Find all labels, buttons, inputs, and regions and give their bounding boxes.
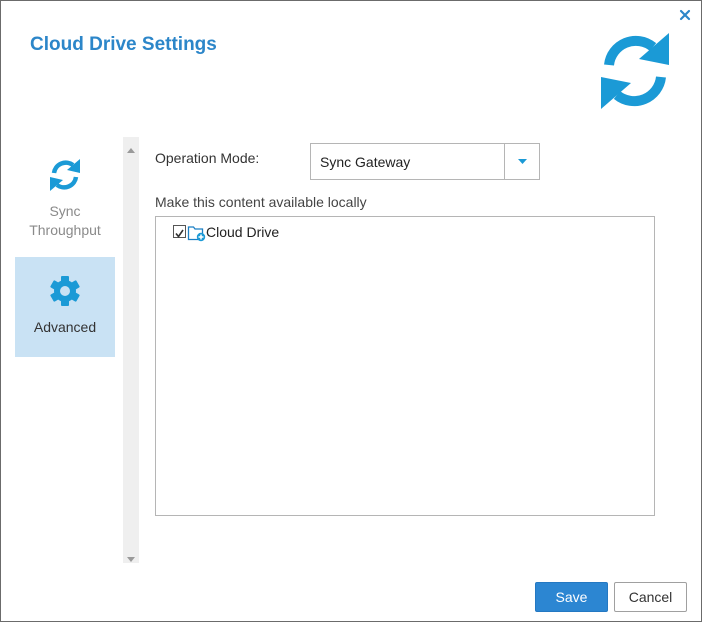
tree-item-checkbox[interactable] bbox=[173, 225, 186, 238]
dropdown-button[interactable] bbox=[504, 144, 539, 179]
sync-icon bbox=[595, 31, 675, 111]
operation-mode-select[interactable]: Sync Gateway bbox=[310, 143, 540, 180]
cloud-drive-settings-dialog: Cloud Drive Settings Sync Throughput Adv… bbox=[0, 0, 702, 622]
content-label: Make this content available locally bbox=[155, 194, 367, 210]
operation-mode-label: Operation Mode: bbox=[155, 150, 260, 166]
settings-sidebar: Sync Throughput Advanced bbox=[15, 141, 115, 357]
sidebar-scrollbar[interactable] bbox=[123, 137, 139, 563]
sidebar-item-advanced[interactable]: Advanced bbox=[15, 257, 115, 357]
gear-icon bbox=[48, 274, 82, 308]
sync-icon bbox=[48, 158, 82, 192]
sidebar-item-sync-throughput[interactable]: Sync Throughput bbox=[15, 141, 115, 241]
scroll-down-arrow-icon[interactable] bbox=[127, 550, 135, 562]
save-button[interactable]: Save bbox=[535, 582, 608, 612]
close-icon[interactable] bbox=[678, 8, 692, 22]
cancel-button[interactable]: Cancel bbox=[614, 582, 687, 612]
check-icon bbox=[175, 229, 184, 238]
sidebar-item-label: Advanced bbox=[33, 319, 97, 335]
dialog-title: Cloud Drive Settings bbox=[30, 34, 217, 55]
scroll-up-arrow-icon[interactable] bbox=[127, 142, 135, 153]
sidebar-item-label: Sync bbox=[49, 203, 81, 219]
content-tree: Cloud Drive bbox=[155, 216, 655, 516]
chevron-down-icon bbox=[518, 159, 527, 164]
sidebar-item-label: Throughput bbox=[29, 222, 101, 238]
tree-item-label: Cloud Drive bbox=[206, 224, 280, 240]
operation-mode-value: Sync Gateway bbox=[320, 154, 411, 170]
cloud-folder-icon bbox=[187, 224, 207, 242]
